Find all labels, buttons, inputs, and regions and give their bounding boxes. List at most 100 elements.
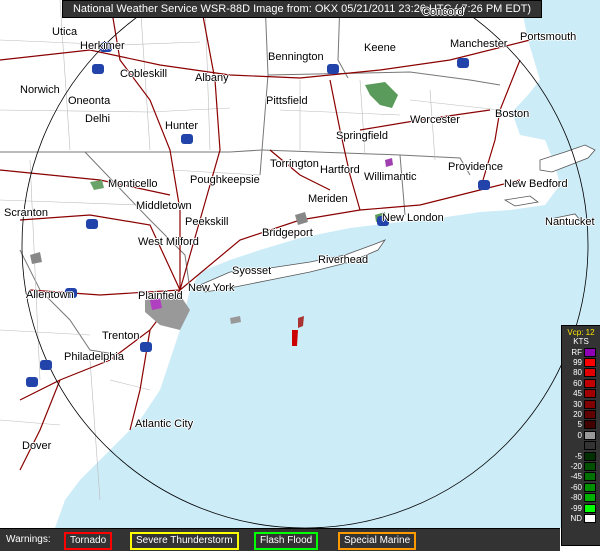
legend-row: 0 [562, 430, 600, 440]
legend-value: 5 [577, 420, 582, 430]
warning-tornado-button[interactable]: Tornado [64, 532, 113, 550]
place-label: Delhi [85, 113, 111, 125]
legend-value: -80 [570, 493, 582, 503]
warnings-bar: Warnings: Tornado Severe Thunderstorm Flas… [0, 528, 560, 551]
place-label: Peekskill [185, 216, 229, 228]
place-label: Poughkeepsie [190, 174, 260, 186]
place-label: Allentown [26, 289, 74, 301]
legend-rows: RF 99 80 60 45 30 20 5 0 -5 -20 -45 -60 -80 -99 ND [562, 347, 600, 524]
place-label: Bennington [268, 51, 324, 63]
place-label: Cobleskill [120, 68, 168, 80]
legend-vcp: Vcp: 12 [567, 328, 595, 337]
legend-swatch [584, 451, 596, 461]
legend-row: 80 [562, 368, 600, 378]
place-label: Utica [52, 26, 78, 38]
legend-row: -20 [562, 461, 600, 471]
legend-swatch [584, 420, 596, 430]
place-label: Springfield [336, 130, 388, 142]
place-label: Portsmouth [520, 31, 577, 43]
place-label: Hunter [165, 120, 199, 132]
legend-row: RF [562, 347, 600, 357]
legend-row: -99 [562, 503, 600, 513]
warning-special-marine-button[interactable]: Special Marine [338, 532, 417, 550]
place-label: Worcester [410, 114, 460, 126]
legend-swatch [584, 482, 596, 492]
place-label: Plainfield [138, 290, 183, 302]
place-label: Willimantic [364, 171, 417, 183]
radar-map [0, 0, 600, 528]
legend-row: 60 [562, 378, 600, 388]
place-label: New York [188, 282, 235, 294]
legend-swatch [584, 461, 596, 471]
legend-value: -60 [570, 482, 582, 492]
place-label: Syosset [232, 265, 272, 277]
legend-swatch [584, 503, 596, 513]
legend-row: 45 [562, 389, 600, 399]
legend-row: 30 [562, 399, 600, 409]
place-label: Riverhead [318, 254, 369, 266]
place-label: Norwich [20, 84, 60, 96]
place-label: Monticello [108, 178, 158, 190]
place-label: Oneonta [68, 95, 111, 107]
legend-swatch [584, 493, 596, 503]
warning-flash-flood-button[interactable]: Flash Flood [254, 532, 319, 550]
place-label: Nantucket [545, 216, 595, 228]
legend-value: -99 [570, 503, 582, 513]
legend-row: -80 [562, 492, 600, 503]
legend-swatch [584, 430, 596, 440]
place-label: Hartford [320, 164, 360, 176]
place-label: Scranton [4, 207, 49, 219]
legend-swatch [584, 389, 596, 399]
warning-severe-thunderstorm-button[interactable]: Severe Thunderstorm [130, 532, 239, 550]
legend-value: 30 [573, 399, 582, 409]
legend-value: 60 [573, 378, 582, 388]
place-label: Albany [195, 72, 229, 84]
place-label: Atlantic City [135, 418, 194, 430]
legend-swatch [584, 472, 596, 482]
legend-swatch [584, 513, 596, 523]
place-label: Philadelphia [64, 351, 124, 363]
legend-value: -20 [570, 461, 582, 471]
legend-swatch [584, 441, 596, 451]
legend-value: 99 [573, 358, 582, 368]
legend-swatch [584, 378, 596, 388]
legend-value: ND [570, 513, 582, 523]
header-title: National Weather Service WSR-88D Image f… [62, 0, 542, 18]
place-label: Dover [22, 440, 52, 452]
legend-row: ND [562, 513, 600, 523]
place-label: Boston [495, 108, 530, 120]
velocity-legend: Vcp: 12 KTS RF 99 80 60 45 30 20 5 0 -5 -20 -45 -60-… [561, 325, 600, 546]
place-label: Bridgeport [262, 227, 313, 239]
legend-row: 99 [562, 357, 600, 368]
legend-row: 20 [562, 409, 600, 420]
legend-swatch [584, 368, 596, 378]
legend-row: 5 [562, 420, 600, 430]
place-label: Pittsfield [266, 95, 308, 107]
legend-swatch [584, 358, 596, 368]
legend-value: 80 [573, 368, 582, 378]
place-label: New Bedford [504, 178, 568, 190]
place-label: Middletown [136, 200, 192, 212]
legend-units: KTS [573, 337, 589, 346]
place-label: Concord [422, 6, 464, 18]
place-label: Trenton [102, 330, 140, 342]
legend-swatch [584, 347, 596, 357]
place-label: Manchester [450, 38, 508, 50]
legend-row: -5 [562, 451, 600, 461]
place-label: Torrington [270, 158, 319, 170]
legend-row: -45 [562, 472, 600, 482]
place-label: Herkimer [80, 40, 125, 52]
place-label: Providence [448, 161, 504, 173]
place-label: Keene [364, 42, 396, 54]
legend-value: 45 [573, 389, 582, 399]
legend-row [562, 441, 600, 451]
legend-row: -60 [562, 482, 600, 492]
place-label: New London [382, 212, 444, 224]
legend-value: RF [571, 347, 582, 357]
warnings-label: Warnings: [6, 534, 51, 545]
legend-value: -45 [570, 472, 582, 482]
legend-swatch [584, 399, 596, 409]
legend-value: 0 [577, 430, 582, 440]
legend-value: -5 [574, 451, 582, 461]
place-label: Meriden [308, 193, 348, 205]
